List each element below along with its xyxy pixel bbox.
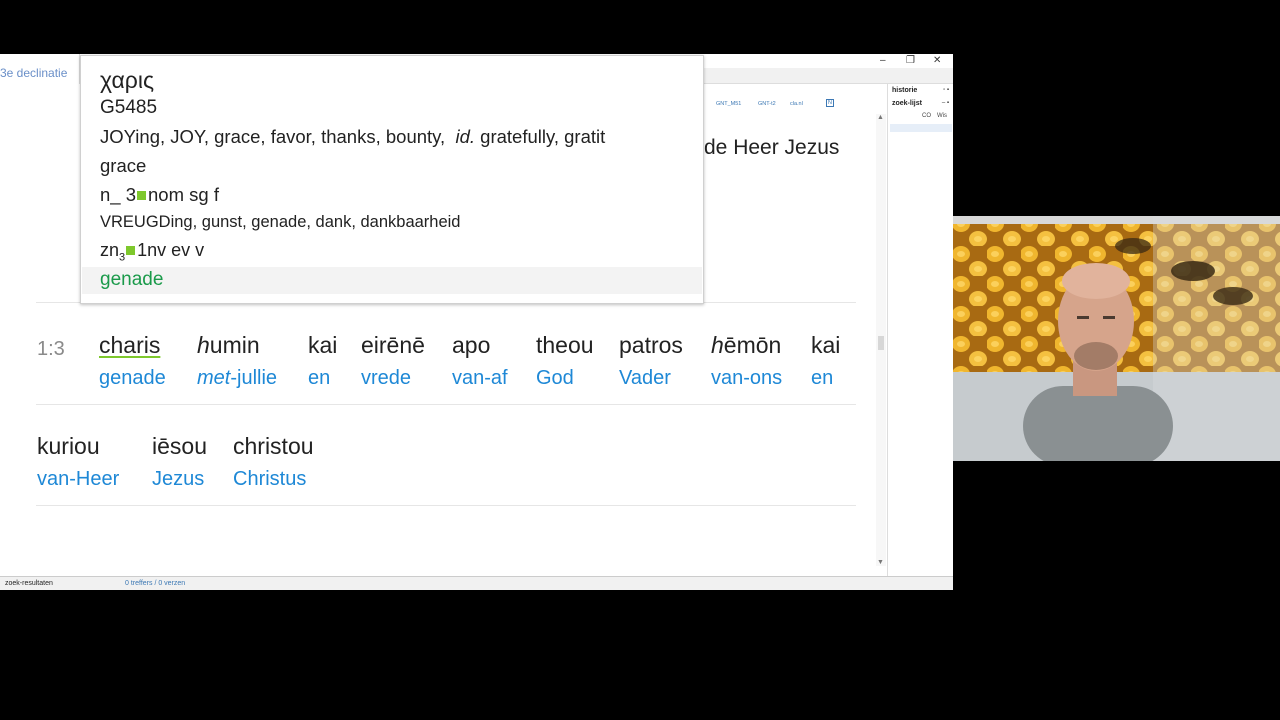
scroll-thumb[interactable] xyxy=(878,336,884,350)
dutch-parsing: zn3 1nv ev v xyxy=(100,240,204,264)
lemma: χαρις xyxy=(100,67,155,93)
greek-word-kai-2[interactable]: kai xyxy=(811,332,840,359)
selected-translation[interactable]: genade xyxy=(100,269,163,291)
restore-button[interactable]: ❐ xyxy=(906,55,915,67)
webcam-video xyxy=(953,216,1280,461)
dutch-gloss: VREUGDing, gunst, genade, dank, dankbaar… xyxy=(100,213,461,231)
zoek-lijst-label[interactable]: zoek-lijst xyxy=(892,100,922,107)
translation-christus[interactable]: Christus xyxy=(233,468,306,491)
greek-word-apo[interactable]: apo xyxy=(452,332,490,359)
strong-number[interactable]: G5485 xyxy=(100,97,157,119)
parse-subscript: 3 xyxy=(119,251,126,264)
column-wis[interactable]: Wis xyxy=(937,113,947,119)
parse-prefix: zn xyxy=(100,240,120,260)
english-parsing: n_ 3 nom sg f xyxy=(100,184,219,206)
greek-word-iesou[interactable]: iēsou xyxy=(152,433,207,460)
pane-controls-icon[interactable]: ▫ ▪ xyxy=(943,87,949,93)
declension-label[interactable]: 3e declinatie xyxy=(0,66,67,80)
tab-badge[interactable]: N xyxy=(826,99,834,107)
translation-van-af[interactable]: van-af xyxy=(452,367,508,390)
greek-word-patros[interactable]: patros xyxy=(619,332,683,359)
translation-vrede[interactable]: vrede xyxy=(361,367,411,390)
lexicon-popup: χαρις G5485 JOYing, JOY, grace, favor, t… xyxy=(80,55,704,304)
minimize-button[interactable]: – xyxy=(880,55,886,67)
translation-met-jullie[interactable]: met-jullie xyxy=(197,367,277,390)
translation-stem: -jullie xyxy=(230,367,278,389)
greek-word-eirene[interactable]: eirēnē xyxy=(361,332,425,359)
greek-word-kuriou[interactable]: kuriou xyxy=(37,433,100,460)
translation-jezus[interactable]: Jezus xyxy=(152,468,204,491)
parse-suffix: nom sg f xyxy=(148,184,219,205)
verse-fragment: de Heer Jezus xyxy=(704,136,840,159)
search-count: 0 treffers / 0 verzen xyxy=(125,580,186,587)
greek-word-hemon[interactable]: hēmōn xyxy=(711,332,781,359)
right-pane: historie ▫ ▪ zoek-lijst – ▪ CO Wis xyxy=(887,84,953,576)
translation-vader[interactable]: Vader xyxy=(619,367,671,390)
parse-square-icon xyxy=(137,191,147,200)
divider xyxy=(36,505,856,506)
pane-controls-icon[interactable]: – ▪ xyxy=(942,100,949,106)
tab-gnt-m51[interactable]: GNT_M51 xyxy=(716,101,741,107)
greek-word-theou[interactable]: theou xyxy=(536,332,594,359)
selected-row xyxy=(82,267,702,294)
search-results-label[interactable]: zoek-resultaten xyxy=(5,580,53,587)
greek-word-kai[interactable]: kai xyxy=(308,332,337,359)
scroll-up-icon[interactable]: ▲ xyxy=(877,114,884,121)
gloss-abbrev: id. xyxy=(455,126,476,147)
translation-god[interactable]: God xyxy=(536,367,574,390)
greek-word-stem: ēmōn xyxy=(723,332,782,358)
english-gloss: JOYing, JOY, grace, favor, thanks, bount… xyxy=(100,126,694,148)
parse-prefix: n_ 3 xyxy=(100,184,137,205)
divider xyxy=(36,404,856,405)
webcam-image xyxy=(953,216,1280,461)
translation-prefix: met xyxy=(197,367,231,389)
close-button[interactable]: ✕ xyxy=(933,55,941,67)
vertical-scrollbar[interactable]: ▲ ▼ xyxy=(876,114,886,566)
gloss-text: JOYing, JOY, grace, favor, thanks, bount… xyxy=(100,126,446,147)
search-list-row[interactable] xyxy=(890,124,952,132)
greek-word-christou[interactable]: christou xyxy=(233,433,314,460)
tab-cla-nl[interactable]: cla.nl xyxy=(790,101,803,107)
gloss-tail: gratefully, gratit xyxy=(480,126,606,147)
historie-label[interactable]: historie xyxy=(892,87,917,94)
translation-en-2[interactable]: en xyxy=(811,367,833,390)
greek-word-stem: umin xyxy=(209,332,260,358)
translation-genade[interactable]: genade xyxy=(99,367,166,390)
parse-square-icon xyxy=(126,246,136,255)
parse-suffix: 1nv ev v xyxy=(137,240,205,260)
verse-number[interactable]: 1:3 xyxy=(37,338,65,361)
greek-word-humin[interactable]: humin xyxy=(197,332,260,359)
column-co[interactable]: CO xyxy=(922,113,931,119)
greek-word-charis[interactable]: charis xyxy=(99,332,160,359)
screen: – ❐ ✕ 3e declinatie de Heer Jezus 1:3 ch… xyxy=(0,0,1280,720)
tab-gnt-t2[interactable]: GNT-t2 xyxy=(758,101,776,107)
scroll-down-icon[interactable]: ▼ xyxy=(877,559,884,566)
greek-word-prefix: h xyxy=(711,332,724,358)
greek-word-prefix: h xyxy=(197,332,210,358)
english-gloss-2: grace xyxy=(100,155,147,176)
status-bar: zoek-resultaten 0 treffers / 0 verzen xyxy=(0,576,953,590)
translation-van-heer[interactable]: van-Heer xyxy=(37,468,119,491)
translation-en[interactable]: en xyxy=(308,367,330,390)
translation-van-ons[interactable]: van-ons xyxy=(711,367,782,390)
